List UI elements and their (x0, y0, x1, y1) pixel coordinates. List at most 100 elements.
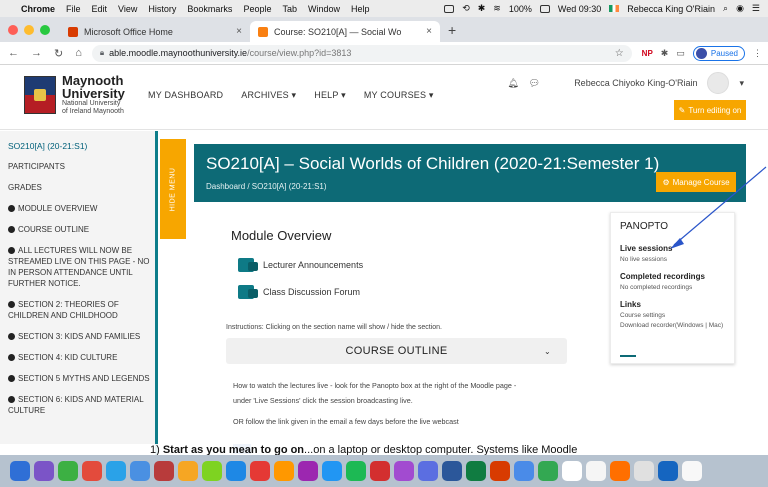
lock-icon[interactable]: 🔒︎ (100, 48, 104, 58)
battery-icon[interactable] (539, 4, 550, 13)
close-tab-icon[interactable]: × (426, 26, 432, 37)
reload-icon[interactable]: ↻ (54, 47, 63, 60)
drawer-item-grades[interactable]: GRADES (8, 182, 155, 193)
drawer-item-participants[interactable]: PARTICIPANTS (8, 161, 155, 172)
app-menu[interactable]: Chrome (21, 4, 55, 14)
screen-record-icon[interactable] (444, 4, 455, 13)
university-logo[interactable]: Maynooth University National University … (24, 74, 125, 116)
dock-app-icon[interactable] (490, 461, 510, 481)
nav-help[interactable]: HELP ▾ (314, 90, 346, 101)
dock-app-icon[interactable] (610, 461, 630, 481)
dock-app-icon[interactable] (154, 461, 174, 481)
dock-app-icon[interactable] (370, 461, 390, 481)
menu-file[interactable]: File (66, 4, 81, 14)
dock-app-icon[interactable] (418, 461, 438, 481)
nav-my-dashboard[interactable]: MY DASHBOARD (148, 90, 223, 101)
dock-app-icon[interactable] (538, 461, 558, 481)
drawer-section-item[interactable]: SECTION 5 MYTHS AND LEGENDS (8, 373, 155, 384)
dock-app-icon[interactable] (226, 461, 246, 481)
nav-archives[interactable]: ARCHIVES ▾ (241, 90, 296, 101)
download-recorder-link[interactable]: Download recorder(Windows | Mac) (620, 322, 726, 330)
drawer-section-item[interactable]: SECTION 3: KIDS AND FAMILIES (8, 331, 155, 342)
menubar-user[interactable]: Rebecca King O'Riain (627, 4, 715, 14)
back-icon[interactable]: ← (8, 47, 19, 60)
menu-view[interactable]: View (118, 4, 137, 14)
drawer-course-link[interactable]: SO210[A] (20-21:S1) (8, 141, 155, 151)
dock-app-icon[interactable] (514, 461, 534, 481)
menu-people[interactable]: People (243, 4, 271, 14)
chrome-menu-icon[interactable]: ⋮ (753, 48, 762, 59)
dock-app-icon[interactable] (634, 461, 654, 481)
extension-np[interactable]: NP (642, 49, 653, 58)
dock-app-icon[interactable] (34, 461, 54, 481)
dock-app-icon[interactable] (586, 461, 606, 481)
dock-app-icon[interactable] (658, 461, 678, 481)
dock-app-icon[interactable] (346, 461, 366, 481)
drawer-section-item[interactable]: MODULE OVERVIEW (8, 203, 155, 214)
dock-app-icon[interactable] (466, 461, 486, 481)
dock-app-icon[interactable] (298, 461, 318, 481)
home-icon[interactable]: ⌂ (75, 47, 82, 60)
dock-app-icon[interactable] (58, 461, 78, 481)
turn-editing-on-button[interactable]: ✎ Turn editing on (674, 100, 746, 120)
user-name[interactable]: Rebecca Chiyoko King-O'Riain (574, 78, 697, 88)
dock-app-icon[interactable] (322, 461, 342, 481)
tab-office-home[interactable]: Microsoft Office Home × (60, 21, 250, 42)
notifications-bell-icon[interactable]: 🔔︎ (507, 78, 518, 89)
drawer-section-item[interactable]: SECTION 6: KIDS AND MATERIAL CULTURE (8, 394, 155, 416)
dock-app-icon[interactable] (82, 461, 102, 481)
dock-app-icon[interactable] (10, 461, 30, 481)
control-center-icon[interactable]: ☰ (752, 3, 760, 14)
close-tab-icon[interactable]: × (236, 26, 242, 37)
class-discussion-forum-link[interactable]: Class Discussion Forum (238, 285, 360, 299)
close-window-button[interactable] (8, 25, 18, 35)
course-outline-section-toggle[interactable]: COURSE OUTLINE ⌄ (226, 338, 567, 364)
messages-icon[interactable]: 💬︎ (529, 78, 540, 89)
drawer-section-item[interactable]: ALL LECTURES WILL NOW BE STREAMED LIVE O… (8, 245, 155, 289)
bookmark-star-icon[interactable]: ☆ (615, 48, 624, 59)
tab-moodle-course[interactable]: Course: SO210[A] — Social Wo × (250, 21, 440, 42)
profile-button[interactable]: Paused (692, 45, 745, 61)
bluetooth-icon[interactable]: ✱ (478, 3, 486, 14)
menu-history[interactable]: History (148, 4, 176, 14)
dock-app-icon[interactable] (562, 461, 582, 481)
extensions-icon[interactable]: ✱ (661, 48, 669, 59)
drawer-section-item[interactable]: COURSE OUTLINE (8, 224, 155, 235)
ireland-flag-icon[interactable] (609, 5, 620, 12)
forward-icon[interactable]: → (31, 47, 42, 60)
dock-app-icon[interactable] (442, 461, 462, 481)
dock-app-icon[interactable] (130, 461, 150, 481)
spotlight-icon[interactable]: ⌕ (723, 3, 728, 14)
dock-app-icon[interactable] (250, 461, 270, 481)
time-machine-icon[interactable]: ⟲ (462, 3, 470, 14)
dock-app-icon[interactable] (682, 461, 702, 481)
dock-app-icon[interactable] (274, 461, 294, 481)
new-tab-button[interactable]: + (440, 22, 464, 42)
dock-app-icon[interactable] (202, 461, 222, 481)
course-settings-link[interactable]: Course settings (620, 312, 726, 320)
drawer-section-item[interactable]: SECTION 4: KID CULTURE (8, 352, 155, 363)
dock-app-icon[interactable] (178, 461, 198, 481)
menu-window[interactable]: Window (308, 4, 340, 14)
lecturer-announcements-link[interactable]: Lecturer Announcements (238, 258, 363, 272)
menu-help[interactable]: Help (351, 4, 370, 14)
zoom-window-button[interactable] (40, 25, 50, 35)
minimize-window-button[interactable] (24, 25, 34, 35)
media-icon[interactable]: ▭ (676, 48, 685, 59)
user-menu-chevron-icon[interactable]: ▾ (739, 78, 744, 89)
hide-menu-button[interactable]: HIDE MENU (160, 139, 186, 239)
user-avatar[interactable] (707, 72, 730, 94)
dock-app-icon[interactable] (106, 461, 126, 481)
menu-edit[interactable]: Edit (92, 4, 108, 14)
battery-percent[interactable]: 100% (509, 4, 532, 14)
siri-icon[interactable]: ◉ (736, 3, 744, 14)
address-bar[interactable]: 🔒︎ able.moodle.maynoothuniversity.ie /co… (91, 44, 632, 62)
menu-bookmarks[interactable]: Bookmarks (187, 4, 232, 14)
nav-my-courses[interactable]: MY COURSES ▾ (364, 90, 434, 101)
menu-tab[interactable]: Tab (282, 4, 297, 14)
wifi-icon[interactable]: ≋ (493, 3, 501, 14)
dock-app-icon[interactable] (394, 461, 414, 481)
drawer-section-item[interactable]: SECTION 2: THEORIES OF CHILDREN AND CHIL… (8, 299, 155, 321)
breadcrumb[interactable]: Dashboard / SO210[A] (20-21:S1) (206, 182, 327, 191)
clock[interactable]: Wed 09:30 (558, 4, 601, 14)
